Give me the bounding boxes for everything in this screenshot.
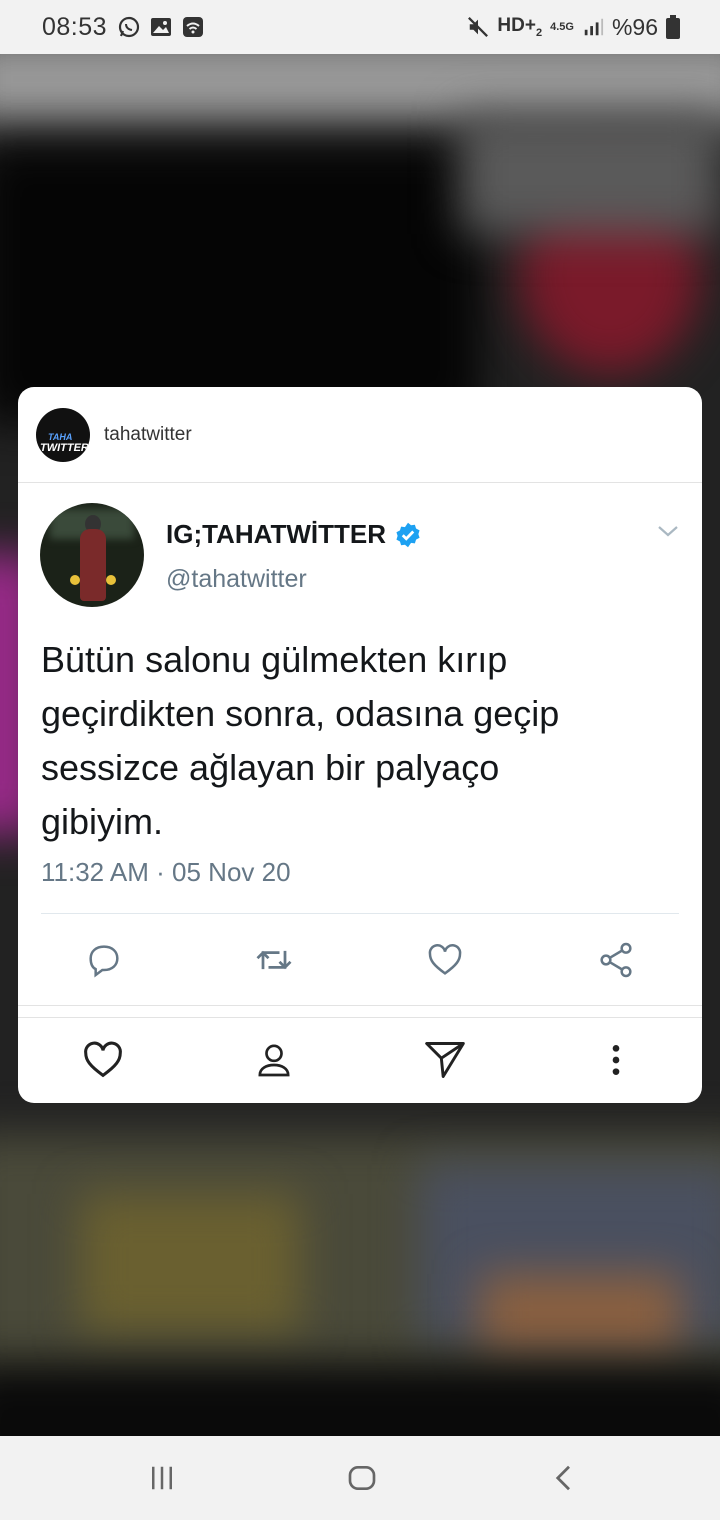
send-icon[interactable] <box>420 1035 470 1085</box>
back-icon[interactable] <box>540 1454 588 1502</box>
tweet-text: Bütün salonu gülmekten kırıp geçirdikten… <box>41 639 560 842</box>
tweet-timestamp: 11:32 AM · 05 Nov 20 <box>41 857 291 887</box>
recent-apps-icon[interactable] <box>138 1454 186 1502</box>
wifi-call-icon <box>183 17 204 37</box>
status-right: HD+2 4.5G %96 <box>467 0 680 54</box>
shared-post-card: TAHA TWITTER tahatwitter IG;TAHATWİTTER … <box>18 387 702 1103</box>
more-icon[interactable] <box>591 1035 641 1085</box>
status-bar: 08:53 HD+2 4.5G %96 <box>0 0 720 54</box>
divider <box>18 1005 702 1006</box>
card-action-bar <box>18 1035 702 1089</box>
card-header: TAHA TWITTER tahatwitter <box>18 387 702 483</box>
mute-icon <box>468 17 489 37</box>
whatsapp-icon <box>118 16 140 38</box>
network-generation: 4.5G <box>550 20 574 33</box>
image-icon <box>151 18 172 36</box>
chevron-down-icon <box>658 526 678 537</box>
tweet-display-name: IG;TAHATWİTTER <box>166 519 422 550</box>
battery-icon <box>666 15 680 39</box>
heart-icon[interactable] <box>78 1035 128 1085</box>
share-icon <box>594 938 638 982</box>
network-hd: HD+2 <box>497 15 543 39</box>
source-avatar[interactable]: TAHA TWITTER <box>36 407 90 462</box>
tweet-action-bar <box>18 938 702 998</box>
profile-icon[interactable] <box>249 1035 299 1085</box>
divider <box>18 1017 702 1018</box>
like-icon <box>423 938 467 982</box>
status-left-icons <box>117 15 205 39</box>
reply-icon <box>82 938 126 982</box>
status-time: 08:53 <box>42 12 108 41</box>
signal-icon <box>584 18 604 36</box>
navigation-bar <box>0 1436 720 1520</box>
verified-badge-icon <box>396 522 420 547</box>
battery-percent: %96 <box>611 13 658 40</box>
source-username[interactable]: tahatwitter <box>104 424 192 446</box>
tweet-avatar <box>40 503 144 607</box>
home-icon[interactable] <box>338 1454 386 1502</box>
retweet-icon <box>252 938 296 982</box>
divider <box>41 913 679 914</box>
tweet-handle: @tahatwitter <box>166 565 307 593</box>
